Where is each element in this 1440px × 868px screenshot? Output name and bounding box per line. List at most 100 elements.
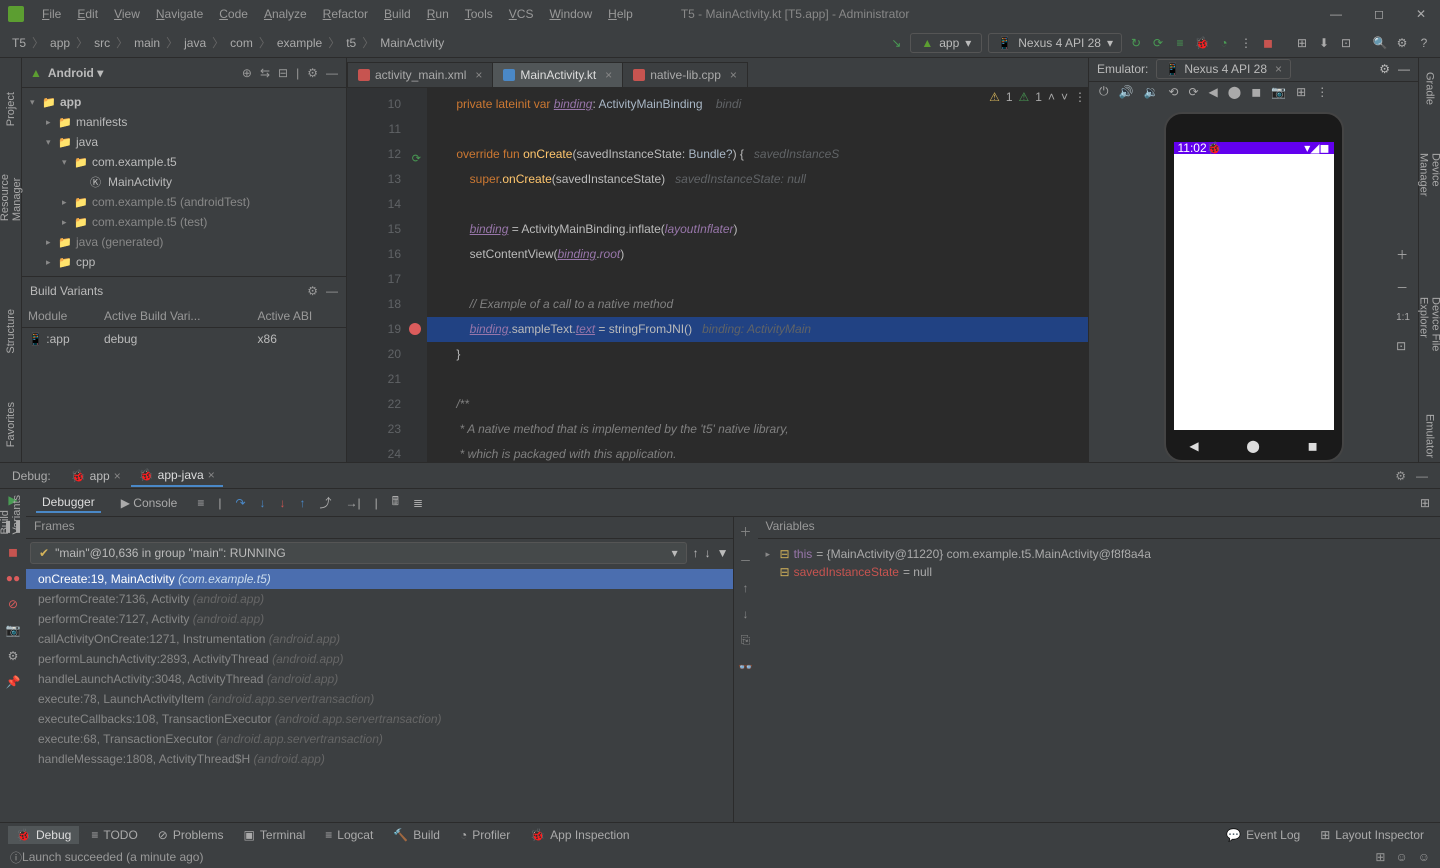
menu-view[interactable]: View <box>106 7 148 21</box>
menu-file[interactable]: File <box>34 7 69 21</box>
expand-icon[interactable]: ⇆ <box>260 66 270 80</box>
bottom-tab-debug[interactable]: 🐞Debug <box>8 826 79 844</box>
tree-row[interactable]: ▸📁cpp <box>22 252 346 272</box>
device-file-explorer-tab[interactable]: Device File Explorer <box>1416 293 1440 370</box>
editor-tab[interactable]: native-lib.cpp× <box>622 62 748 87</box>
breadcrumb[interactable]: T5〉app〉src〉main〉java〉com〉example〉t5〉Main… <box>8 34 448 52</box>
frame-row[interactable]: performCreate:7136, Activity (android.ap… <box>26 589 733 609</box>
zoom-actual-icon[interactable]: ⊡ <box>1396 339 1410 353</box>
tree-row[interactable]: ▾📁app <box>22 92 346 112</box>
code-editor[interactable]: 101112⟳131415161718192021222324 private … <box>347 88 1088 462</box>
menu-analyze[interactable]: Analyze <box>256 7 315 21</box>
hide-icon[interactable]: — <box>326 66 338 80</box>
step-into-icon[interactable]: ↓ <box>260 496 266 510</box>
debugger-tab[interactable]: Debugger <box>36 493 101 513</box>
frame-row[interactable]: execute:68, TransactionExecutor (android… <box>26 729 733 749</box>
debug-run-button[interactable]: ≡ <box>1172 35 1188 51</box>
resource-manager-button[interactable]: ⊡ <box>1338 35 1354 51</box>
gear-icon[interactable]: ⚙ <box>307 66 318 80</box>
avd-manager-button[interactable]: ⊞ <box>1294 35 1310 51</box>
frame-row[interactable]: performLaunchActivity:2893, ActivityThre… <box>26 649 733 669</box>
prev-frame-icon[interactable]: ↑ <box>693 546 699 560</box>
remove-watch-icon[interactable]: － <box>739 552 751 569</box>
indexing-icon[interactable]: ⊞ <box>1375 850 1385 864</box>
run-button[interactable]: ↻ <box>1128 35 1144 51</box>
nav-overview-icon[interactable]: ◼ <box>1308 439 1318 453</box>
frame-row[interactable]: handleMessage:1808, ActivityThread$H (an… <box>26 749 733 769</box>
hide-icon[interactable]: — <box>1398 62 1410 76</box>
step-over-icon[interactable]: ↷ <box>235 496 245 510</box>
crumb[interactable]: main <box>130 34 164 52</box>
crumb[interactable]: app <box>46 34 74 52</box>
close-button[interactable]: ✕ <box>1410 5 1432 23</box>
hide-icon[interactable]: — <box>326 284 338 298</box>
emulator-device-tab[interactable]: 📱 Nexus 4 API 28 × <box>1156 59 1291 79</box>
project-tree[interactable]: ▾📁app▸📁manifests▾📁java▾📁com.example.t5ⓀM… <box>22 88 346 276</box>
variables-list[interactable]: ▸⊟ this = {MainActivity@11220} com.examp… <box>758 539 1440 822</box>
more-icon[interactable]: ⋮ <box>1316 85 1328 99</box>
gradle-tab[interactable]: Gradle <box>1422 68 1438 109</box>
thread-selector[interactable]: ✔ "main"@10,636 in group "main": RUNNING… <box>30 542 687 564</box>
project-tab[interactable]: Project <box>3 88 19 130</box>
crumb[interactable]: java <box>180 34 210 52</box>
favorites-tab[interactable]: Favorites <box>3 398 19 451</box>
zoom-fit-icon[interactable]: 1:1 <box>1396 312 1410 323</box>
stop-button[interactable]: ◼ <box>1260 35 1276 51</box>
filter-icon[interactable]: ▼ <box>717 546 729 560</box>
editor-tab[interactable]: activity_main.xml× <box>347 62 493 87</box>
bottom-tab-problems[interactable]: ⊘Problems <box>150 826 232 844</box>
debug-session-tab[interactable]: 🐞app-java× <box>131 465 223 487</box>
collapse-icon[interactable]: ⊟ <box>278 66 288 80</box>
tree-row[interactable]: ▾📁java <box>22 132 346 152</box>
close-icon[interactable]: × <box>114 469 121 483</box>
overview-icon[interactable]: ◼ <box>1251 85 1261 99</box>
menu-edit[interactable]: Edit <box>69 7 106 21</box>
tree-row[interactable]: ▾📁com.example.t5 <box>22 152 346 172</box>
run-config-dropdown[interactable]: ▲ app ▾ <box>910 33 982 53</box>
bottom-tab-build[interactable]: 🔨Build <box>385 826 448 844</box>
maximize-button[interactable]: ◻ <box>1368 5 1390 23</box>
close-icon[interactable]: × <box>730 68 737 82</box>
rotate-right-icon[interactable]: ⟳ <box>1188 85 1198 99</box>
copy-icon[interactable]: ⎘ <box>741 633 751 648</box>
device-selector[interactable]: 📱 Nexus 4 API 28 ▾ <box>988 33 1122 53</box>
tree-row[interactable]: ⓀMainActivity <box>22 172 346 192</box>
gear-icon[interactable]: ⚙ <box>1395 469 1406 483</box>
locate-icon[interactable]: ⊕ <box>242 66 252 80</box>
search-button[interactable]: 🔍 <box>1372 35 1388 51</box>
crumb[interactable]: src <box>90 34 114 52</box>
down-icon[interactable]: ↓ <box>743 607 749 621</box>
screenshot-icon[interactable]: 📷 <box>1271 85 1286 99</box>
volume-down-icon[interactable]: 🔉 <box>1143 85 1158 99</box>
rotate-left-icon[interactable]: ⟲ <box>1168 85 1178 99</box>
crumb[interactable]: MainActivity <box>376 34 448 52</box>
next-frame-icon[interactable]: ↓ <box>705 546 711 560</box>
frame-row[interactable]: onCreate:19, MainActivity (com.example.t… <box>26 569 733 589</box>
volume-up-icon[interactable]: 🔊 <box>1119 85 1134 99</box>
power-icon[interactable]: ⏻ <box>1099 84 1109 99</box>
debug-session-tab[interactable]: 🐞app× <box>63 465 129 487</box>
emulator-tab[interactable]: Emulator <box>1422 410 1438 462</box>
build-variants-tab[interactable]: Build Variants <box>0 491 25 539</box>
stop-button[interactable]: ◼ <box>8 545 18 559</box>
add-watch-icon[interactable]: ＋ <box>739 523 751 540</box>
drop-frame-icon[interactable]: ⤴ <box>320 494 332 511</box>
zoom-in-icon[interactable]: ＋ <box>1396 246 1410 263</box>
close-icon[interactable]: × <box>475 68 482 82</box>
close-icon[interactable]: × <box>208 468 215 482</box>
frame-row[interactable]: performCreate:7127, Activity (android.ap… <box>26 609 733 629</box>
menu-build[interactable]: Build <box>376 7 419 21</box>
zoom-icon[interactable]: ⊞ <box>1296 85 1306 99</box>
force-step-into-icon[interactable]: ↓ <box>280 496 286 510</box>
frame-row[interactable]: handleLaunchActivity:3048, ActivityThrea… <box>26 669 733 689</box>
editor-gutter[interactable]: 101112⟳131415161718192021222324 <box>347 88 427 462</box>
step-out-icon[interactable]: ↑ <box>300 496 306 510</box>
settings-button[interactable]: ⚙ <box>1394 35 1410 51</box>
pin-icon[interactable]: 📌 <box>6 675 21 689</box>
up-icon[interactable]: ↑ <box>743 581 749 595</box>
bottom-tab-logcat[interactable]: ≡Logcat <box>317 826 381 844</box>
crumb[interactable]: T5 <box>8 34 30 52</box>
nav-back-icon[interactable]: ◀ <box>1189 439 1198 453</box>
sdk-manager-button[interactable]: ⬇ <box>1316 35 1332 51</box>
bottom-tab-todo[interactable]: ≡TODO <box>83 826 145 844</box>
